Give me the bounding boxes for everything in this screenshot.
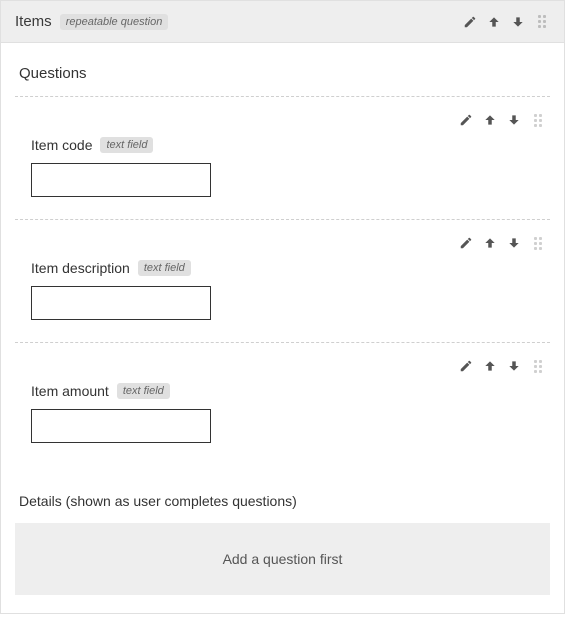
- drag-handle-icon[interactable]: [538, 15, 550, 28]
- panel-body: Questions Item code text field: [1, 43, 564, 613]
- arrow-up-icon[interactable]: [482, 235, 498, 251]
- arrow-down-icon[interactable]: [506, 235, 522, 251]
- question-input[interactable]: [31, 163, 211, 197]
- question-type-tag: text field: [117, 383, 170, 399]
- panel-type-tag: repeatable question: [60, 14, 169, 30]
- question-label-row: Item amount text field: [31, 383, 546, 399]
- arrow-up-icon[interactable]: [486, 14, 502, 30]
- panel-title: Items: [15, 13, 52, 30]
- panel-toolbar: [462, 14, 550, 30]
- arrow-up-icon[interactable]: [482, 112, 498, 128]
- details-placeholder: Add a question first: [15, 523, 550, 595]
- arrow-down-icon[interactable]: [506, 358, 522, 374]
- drag-handle-icon[interactable]: [534, 114, 546, 127]
- edit-icon[interactable]: [458, 112, 474, 128]
- question-type-tag: text field: [100, 137, 153, 153]
- panel-header: Items repeatable question: [1, 1, 564, 43]
- drag-handle-icon[interactable]: [534, 360, 546, 373]
- edit-icon[interactable]: [458, 358, 474, 374]
- question-type-tag: text field: [138, 260, 191, 276]
- drag-handle-icon[interactable]: [534, 237, 546, 250]
- question-label: Item code: [31, 137, 92, 153]
- question-label-row: Item code text field: [31, 137, 546, 153]
- edit-icon[interactable]: [458, 235, 474, 251]
- arrow-down-icon[interactable]: [510, 14, 526, 30]
- arrow-down-icon[interactable]: [506, 112, 522, 128]
- items-panel: Items repeatable question Questions: [0, 0, 565, 614]
- question-input[interactable]: [31, 409, 211, 443]
- question-toolbar: [19, 109, 546, 131]
- question-label-row: Item description text field: [31, 260, 546, 276]
- question-block: Item description text field: [15, 219, 550, 342]
- question-toolbar: [19, 355, 546, 377]
- question-block: Item code text field: [15, 96, 550, 219]
- edit-icon[interactable]: [462, 14, 478, 30]
- question-toolbar: [19, 232, 546, 254]
- question-label: Item amount: [31, 383, 109, 399]
- arrow-up-icon[interactable]: [482, 358, 498, 374]
- question-input[interactable]: [31, 286, 211, 320]
- question-label: Item description: [31, 260, 130, 276]
- details-heading: Details (shown as user completes questio…: [19, 493, 550, 509]
- question-block: Item amount text field: [15, 342, 550, 465]
- questions-heading: Questions: [19, 65, 550, 82]
